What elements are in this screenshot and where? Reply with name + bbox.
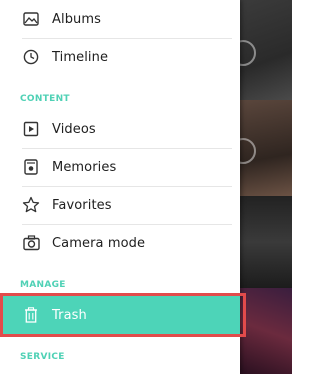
drawer-item-label: Timeline: [52, 49, 109, 65]
drawer-item-label: Camera mode: [52, 235, 146, 251]
section-header-manage: MANAGE: [20, 280, 66, 290]
drawer-item-camera-mode[interactable]: Camera mode: [0, 224, 240, 262]
camera-icon: [22, 234, 40, 252]
navigation-drawer: Albums Timeline CONTENT Videos Memories …: [0, 0, 240, 374]
gallery-screen: Albums Timeline CONTENT Videos Memories …: [0, 0, 292, 374]
clock-icon: [22, 48, 40, 66]
drawer-item-trash[interactable]: Trash: [0, 296, 240, 334]
star-icon: [22, 196, 40, 214]
drawer-item-favorites[interactable]: Favorites: [0, 186, 240, 224]
drawer-item-videos[interactable]: Videos: [0, 110, 240, 148]
photo-thumbnail[interactable]: [240, 196, 292, 288]
photo-thumbnail[interactable]: [240, 288, 292, 374]
trash-icon: [22, 306, 40, 324]
video-icon: [22, 120, 40, 138]
drawer-item-label: Trash: [52, 307, 87, 323]
section-header-service: SERVICE: [20, 352, 65, 362]
drawer-item-albums[interactable]: Albums: [0, 0, 240, 38]
drawer-item-memories[interactable]: Memories: [0, 148, 240, 186]
drawer-item-label: Memories: [52, 159, 117, 175]
albums-icon: [22, 10, 40, 28]
drawer-item-timeline[interactable]: Timeline: [0, 38, 240, 76]
drawer-item-label: Videos: [52, 121, 96, 137]
section-header-content: CONTENT: [20, 94, 70, 104]
drawer-item-label: Albums: [52, 11, 102, 27]
photo-thumbnail[interactable]: [230, 100, 292, 196]
photo-grid-background: [230, 0, 292, 374]
memories-icon: [22, 158, 40, 176]
drawer-item-label: Favorites: [52, 197, 112, 213]
photo-thumbnail[interactable]: [230, 0, 292, 100]
